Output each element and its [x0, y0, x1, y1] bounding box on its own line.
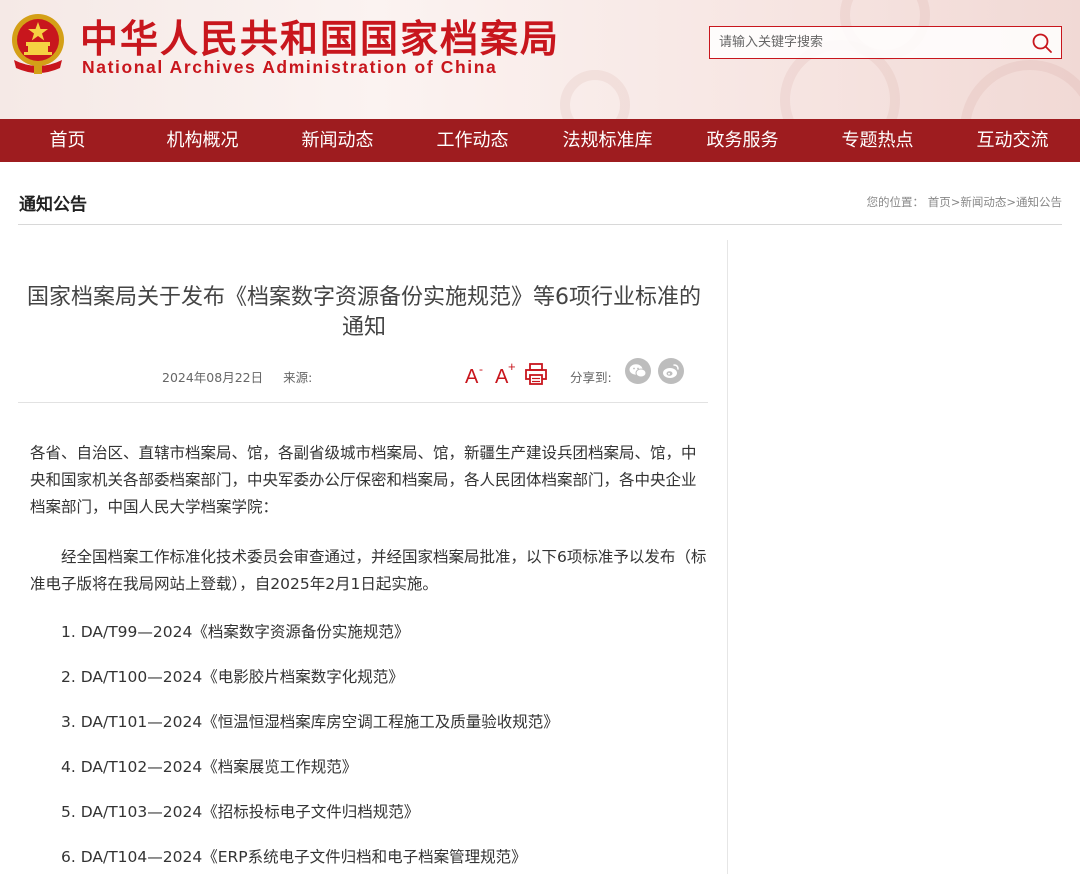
nav-item-home[interactable]: 首页	[0, 119, 135, 162]
list-item: 6. DA/T104—2024《ERP系统电子文件归档和电子档案管理规范》	[61, 848, 527, 866]
svg-text:-: -	[479, 362, 483, 376]
article-paragraph: 经全国档案工作标准化技术委员会审查通过，并经国家档案局批准，以下6项标准予以发布…	[30, 548, 707, 593]
site-header: 中华人民共和国国家档案局 National Archives Administr…	[0, 0, 1080, 119]
breadcrumb-notices[interactable]: 通知公告	[1016, 195, 1062, 209]
breadcrumb-home[interactable]: 首页	[928, 195, 951, 209]
meta-divider	[18, 402, 708, 403]
article-date: 2024年08月22日	[162, 370, 264, 385]
svg-text:+: +	[508, 360, 516, 374]
article-source-label: 来源:	[283, 370, 313, 385]
breadcrumb-prefix: 您的位置：	[866, 195, 925, 209]
article-title: 国家档案局关于发布《档案数字资源备份实施规范》等6项行业标准的通知	[27, 285, 701, 340]
weibo-icon[interactable]	[658, 358, 684, 384]
breadcrumb-news[interactable]: 新闻动态	[960, 195, 1006, 209]
wechat-icon[interactable]	[625, 358, 651, 384]
national-emblem-icon	[12, 14, 64, 74]
search-box	[709, 26, 1062, 59]
list-item: 4. DA/T102—2024《档案展览工作规范》	[61, 758, 358, 776]
nav-item-work-updates[interactable]: 工作动态	[405, 119, 540, 162]
site-title-cn: 中华人民共和国国家档案局	[80, 17, 561, 61]
nav-item-organization[interactable]: 机构概况	[135, 119, 270, 162]
font-decrease-icon[interactable]: A -	[464, 362, 486, 386]
search-icon[interactable]	[1031, 32, 1053, 54]
search-input[interactable]	[710, 27, 1020, 58]
list-item: 1. DA/T99—2024《档案数字资源备份实施规范》	[61, 623, 410, 641]
font-increase-icon[interactable]: A +	[494, 360, 518, 386]
nav-item-regulations[interactable]: 法规标准库	[540, 119, 675, 162]
standards-list: 1. DA/T99—2024《档案数字资源备份实施规范》 2. DA/T100—…	[61, 617, 711, 874]
section-divider	[18, 224, 1062, 225]
list-item: 2. DA/T100—2024《电影胶片档案数字化规范》	[61, 668, 404, 686]
breadcrumb-separator: >	[950, 195, 961, 209]
article-meta: 2024年08月22日 来源:	[162, 367, 312, 386]
sidebar-divider	[727, 240, 728, 874]
list-item: 3. DA/T101—2024《恒温恒湿档案库房空调工程施工及质量验收规范》	[61, 713, 559, 731]
article-paragraph: 各省、自治区、直辖市档案局、馆，各副省级城市档案局、馆，新疆生产建设兵团档案局、…	[30, 444, 697, 516]
svg-text:A: A	[465, 366, 479, 386]
print-icon[interactable]	[524, 362, 548, 386]
breadcrumb-separator: >	[1006, 195, 1016, 209]
section-title: 通知公告	[19, 195, 87, 215]
breadcrumb: 您的位置： 首页>新闻动态>通知公告	[867, 194, 1062, 210]
nav-item-interaction[interactable]: 互动交流	[945, 119, 1080, 162]
site-title-en: National Archives Administration of Chin…	[82, 57, 498, 77]
share-label: 分享到:	[570, 370, 612, 385]
svg-text:A: A	[495, 366, 509, 386]
nav-item-government-services[interactable]: 政务服务	[675, 119, 810, 162]
list-item: 5. DA/T103—2024《招标投标电子文件归档规范》	[61, 803, 420, 821]
main-nav: 首页 机构概况 新闻动态 工作动态 法规标准库 政务服务 专题热点 互动交流	[0, 119, 1080, 162]
nav-item-news[interactable]: 新闻动态	[270, 119, 405, 162]
nav-item-special-topics[interactable]: 专题热点	[810, 119, 945, 162]
